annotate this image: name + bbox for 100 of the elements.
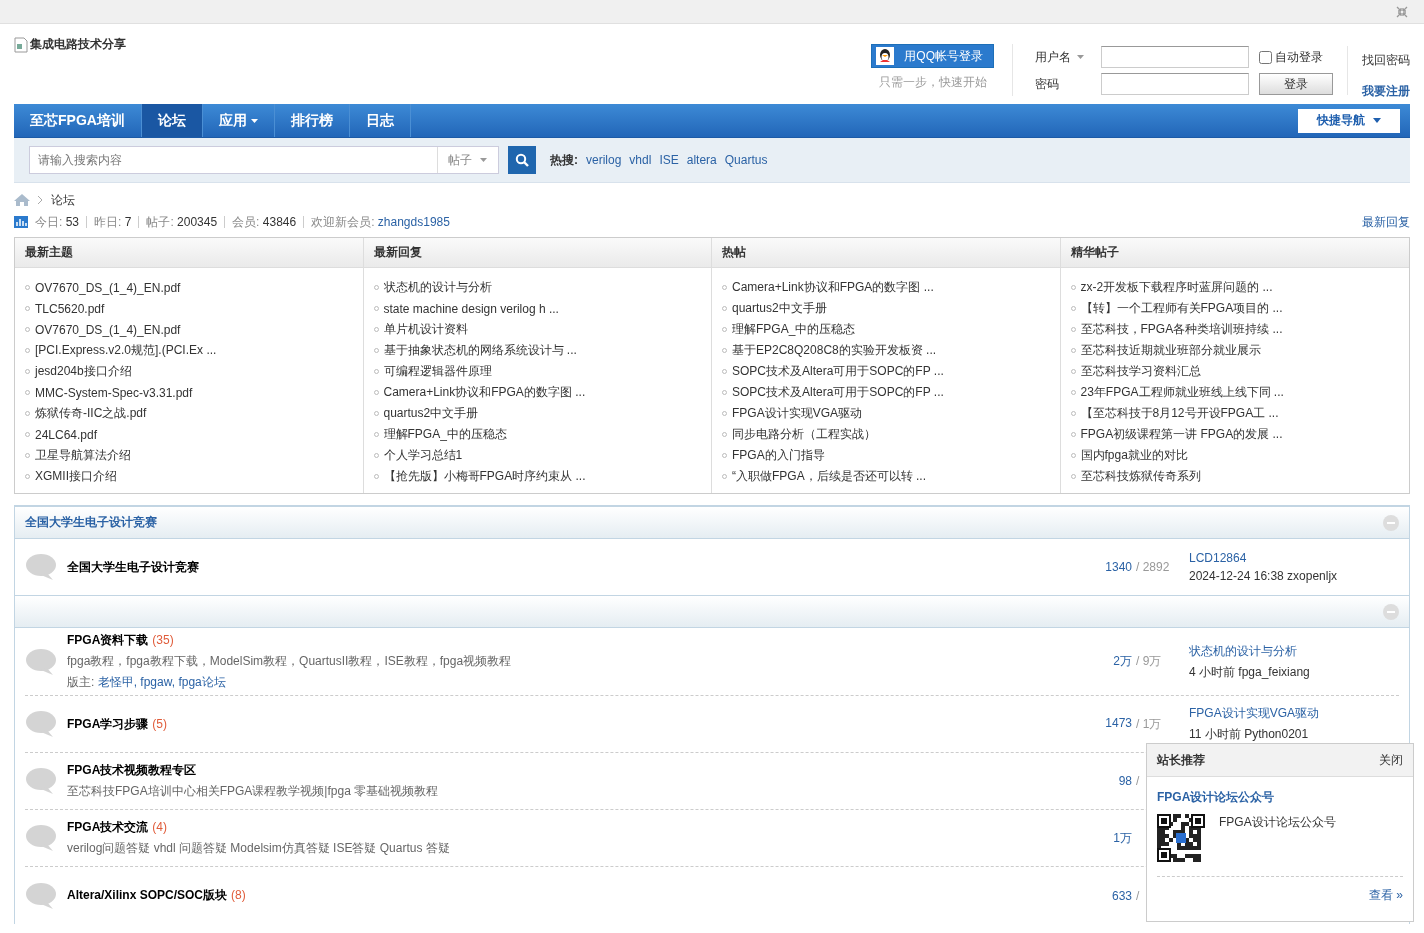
thread-link[interactable]: 【抢先版】小梅哥FPGA时序约束从 ... (383, 468, 586, 485)
moderator-links[interactable]: 老怪甲, fpgaw, fpga论坛 (97, 675, 226, 689)
thread-count: 2万 (1113, 654, 1132, 668)
thread-link[interactable]: 状态机的设计与分析 (383, 279, 492, 296)
forum-title[interactable]: FPGA资料下载 (67, 632, 149, 649)
thread-link[interactable]: 可编程逻辑器件原理 (383, 363, 492, 380)
hot-search-link[interactable]: Quartus (724, 153, 768, 167)
thread-link[interactable]: 24LC64.pdf (35, 427, 98, 442)
thread-link[interactable]: quartus2中文手册 (732, 300, 827, 317)
thread-link[interactable]: state machine design verilog h ... (383, 301, 559, 316)
forum-title[interactable]: FPGA技术交流 (67, 819, 149, 836)
thread-link[interactable]: TLC5620.pdf (35, 301, 105, 316)
auto-login-checkbox[interactable] (1259, 50, 1272, 64)
qr-caption: FPGA设计论坛公众号 (1219, 814, 1336, 831)
last-post-link[interactable]: LCD12864 (1189, 551, 1399, 565)
nav-tab[interactable]: 日志 (349, 104, 411, 137)
thread-link[interactable]: 卫星导航算法介绍 (35, 447, 131, 464)
thread-link[interactable]: 【至芯科技于8月12号开设FPGA工 ... (1080, 405, 1279, 422)
post-count: / 9万 (1136, 654, 1162, 668)
forum-title[interactable]: FPGA技术视频教程专区 (67, 762, 197, 779)
hot-search-link[interactable]: verilog (586, 153, 622, 167)
home-icon[interactable] (14, 194, 30, 206)
thread-link[interactable]: SOPC技术及Altera可用于SOPC的FP ... (732, 363, 944, 380)
nav-tab[interactable]: 排行榜 (274, 104, 350, 137)
search-icon (515, 153, 529, 167)
chevron-icon (38, 196, 43, 204)
thread-count: 1万 (1113, 830, 1132, 845)
thread-link[interactable]: Camera+Link协议和FPGA的数字图 ... (732, 279, 934, 296)
caret-icon (1373, 118, 1381, 123)
thread-link[interactable]: FPGA初级课程第一讲 FPGA的发展 ... (1080, 426, 1283, 443)
last-post-link[interactable]: 状态机的设计与分析 (1189, 642, 1399, 660)
thread-link[interactable]: zx-2开发板下载程序时蓝屏问题的 ... (1080, 279, 1273, 296)
stat-text: 会员: 43846 (232, 213, 297, 231)
speech-bubble-icon (25, 881, 57, 910)
view-more-link[interactable]: 查看 » (1369, 887, 1403, 904)
thread-link[interactable]: OV7670_DS_(1_4)_EN.pdf (35, 322, 181, 337)
category-title[interactable]: 全国大学生电子设计竞赛 (25, 514, 157, 531)
nav-tab[interactable]: 至芯FPGA培训 (14, 104, 142, 137)
thread-link[interactable]: 国内fpga就业的对比 (1080, 447, 1188, 464)
qq-login-button[interactable]: 用QQ帐号登录 (871, 44, 994, 68)
caret-icon[interactable] (1077, 55, 1084, 59)
thread-link[interactable]: OV7670_DS_(1_4)_EN.pdf (35, 280, 181, 295)
thread-link[interactable]: 至芯科技学习资料汇总 (1080, 363, 1201, 380)
thread-link[interactable]: Camera+Link协议和FPGA的数字图 ... (383, 384, 586, 401)
thread-link[interactable]: 基于EP2C8Q208C8的实验开发板资 ... (732, 342, 937, 359)
thread-link[interactable]: SOPC技术及Altera可用于SOPC的FP ... (732, 384, 944, 401)
thread-count: 633 (1111, 888, 1132, 903)
quick-nav-button[interactable]: 快捷导航 (1298, 108, 1400, 133)
caret-icon (480, 158, 487, 162)
popup-heading[interactable]: FPGA设计论坛公众号 (1157, 789, 1275, 806)
thread-link[interactable]: 理解FPGA_中的压稳态 (383, 426, 507, 443)
latest-reply-link[interactable]: 最新回复 (1362, 213, 1410, 231)
login-button[interactable]: 登录 (1259, 73, 1333, 95)
search-type-select[interactable]: 帖子 (437, 147, 498, 173)
hot-search-link[interactable]: vhdl (629, 153, 652, 167)
thread-link[interactable]: 个人学习总结1 (383, 447, 463, 464)
forum-title[interactable]: Altera/Xilinx SOPC/SOC版块 (67, 887, 228, 904)
breadcrumb-link[interactable]: 论坛 (51, 191, 75, 209)
account-link[interactable]: 我要注册 (1362, 83, 1410, 100)
thread-link[interactable]: FPGA的入门指导 (732, 447, 825, 464)
column-header: 最新主题 (15, 238, 363, 268)
thread-link[interactable]: 【转】一个工程师有关FPGA项目的 ... (1080, 300, 1283, 317)
nav-tab[interactable]: 论坛 (141, 104, 203, 137)
thread-link[interactable]: 同步电路分析（工程实战） (732, 426, 876, 443)
thread-link[interactable]: FPGA设计实现VGA驱动 (732, 405, 862, 422)
thread-link[interactable]: 23年FPGA工程师就业班线上线下同 ... (1080, 384, 1284, 401)
password-field[interactable] (1101, 73, 1249, 95)
last-post-meta: 11 小时前 Python0201 (1189, 726, 1310, 743)
thread-link[interactable]: 理解FPGA_中的压稳态 (732, 321, 856, 338)
thread-link[interactable]: XGMII接口介绍 (35, 468, 117, 485)
hot-search-link[interactable]: ISE (659, 153, 679, 167)
last-post-meta: 4 小时前 fpga_feixiang (1189, 663, 1311, 681)
thread-link[interactable]: 基于抽象状态机的网络系统设计与 ... (383, 342, 577, 359)
forum-title[interactable]: FPGA学习步骤 (67, 715, 149, 733)
collapse-icon[interactable] (1396, 5, 1408, 18)
thread-link[interactable]: 至芯科技近期就业班部分就业展示 (1080, 342, 1261, 359)
thread-link[interactable]: 单片机设计资料 (383, 321, 468, 338)
thread-link[interactable]: jesd204b接口介绍 (35, 363, 132, 380)
column-header: 热帖 (712, 238, 1060, 268)
thread-link[interactable]: quartus2中文手册 (383, 405, 479, 422)
thread-link[interactable]: 至芯科技炼狱传奇系列 (1080, 468, 1201, 485)
thread-link[interactable]: [PCI.Express.v2.0规范].(PCI.Ex ... (35, 342, 217, 359)
username-field[interactable] (1101, 46, 1249, 68)
last-post-link[interactable]: FPGA设计实现VGA驱动 (1189, 705, 1399, 722)
search-field[interactable]: 请输入搜索内容 帖子 (29, 146, 499, 174)
thread-link[interactable]: 炼狱传奇-IIC之战.pdf (35, 405, 147, 422)
thread-link[interactable]: “入职做FPGA，后续是否还可以转 ... (732, 468, 926, 485)
close-link[interactable]: 关闭 (1379, 751, 1403, 769)
today-count: (8) (231, 888, 246, 902)
forum-title[interactable]: 全国大学生电子设计竞赛 (67, 558, 199, 576)
account-link[interactable]: 找回密码 (1362, 52, 1410, 69)
post-count: / 2892 (1136, 560, 1170, 574)
forum-description: fpga教程，fpga教程下载，ModelSim教程，QuartusII教程，ISE教程，fpga视频教程 (67, 653, 513, 670)
member-link[interactable]: zhangds1985 (377, 215, 450, 229)
thread-link[interactable]: 至芯科技，FPGA各种类培训班持续 ... (1080, 321, 1283, 338)
hot-search-link[interactable]: altera (686, 153, 717, 167)
search-button[interactable] (508, 146, 536, 174)
nav-tab[interactable]: 应用 (202, 104, 275, 137)
password-label: 密码 (1035, 75, 1060, 93)
thread-link[interactable]: MMC-System-Spec-v3.31.pdf (35, 385, 193, 400)
